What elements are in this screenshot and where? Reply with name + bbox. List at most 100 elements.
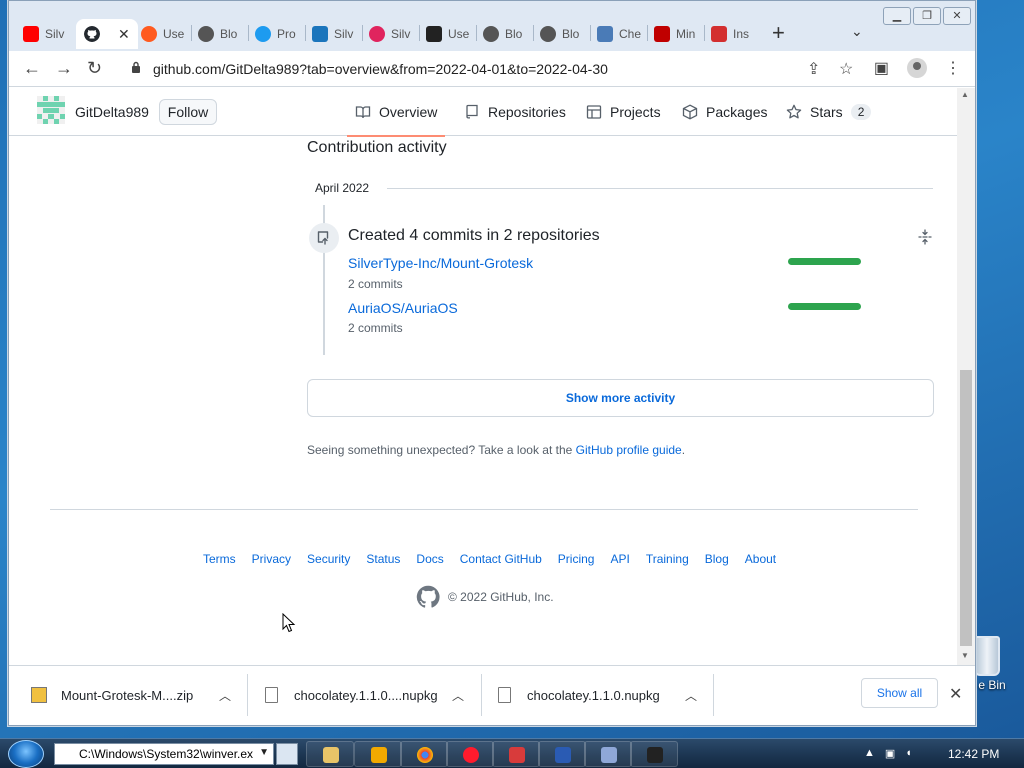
chevron-up-icon[interactable]: ︿	[452, 687, 464, 704]
fold-icon[interactable]	[917, 229, 933, 245]
tab-7[interactable]: Silv	[369, 19, 413, 49]
network-icon[interactable]: ▣	[885, 747, 895, 760]
github-mark-icon[interactable]	[416, 585, 440, 609]
tab-projects[interactable]: Projects	[586, 88, 661, 136]
dropdown-arrow-icon[interactable]: ▼	[259, 747, 269, 758]
tab-search-chevron-icon[interactable]: ⌄	[851, 23, 863, 40]
url-text[interactable]: github.com/GitDelta989?tab=overview&from…	[153, 61, 608, 77]
youtube-icon	[23, 26, 39, 42]
repo-commit-count[interactable]: 2 commits	[348, 321, 403, 335]
tab-1[interactable]: Silv	[23, 19, 67, 49]
page-scrollbar[interactable]: ▲ ▼	[957, 88, 975, 665]
start-button[interactable]	[8, 740, 44, 768]
footer-link-training[interactable]: Training	[646, 552, 689, 566]
footer-link-terms[interactable]: Terms	[203, 552, 236, 566]
scrollbar-thumb[interactable]	[960, 370, 972, 646]
close-shelf-icon[interactable]: ✕	[949, 684, 962, 704]
app-icon	[509, 747, 525, 763]
side-panel-icon[interactable]: ▣	[874, 58, 889, 78]
close-tab-icon[interactable]: ✕	[118, 26, 130, 43]
download-item[interactable]: chocolatey.1.1.0.nupkg ︿	[498, 666, 708, 724]
clock[interactable]: 12:42 PM	[948, 747, 999, 761]
omnibox[interactable]: github.com/GitDelta989?tab=overview&from…	[121, 55, 861, 83]
folder-icon	[323, 747, 339, 763]
tab-label: Silv	[45, 27, 65, 41]
tab-separator	[647, 25, 648, 41]
taskbar-chrome[interactable]	[400, 741, 448, 767]
tab-repositories[interactable]: Repositories	[464, 88, 566, 136]
tab-13[interactable]: Ins	[711, 19, 755, 49]
tab-10[interactable]: Blo	[540, 19, 584, 49]
footer-link-contact[interactable]: Contact GitHub	[460, 552, 542, 566]
footer-link-about[interactable]: About	[745, 552, 776, 566]
taskbar-powershell[interactable]	[538, 741, 586, 767]
tab-separator	[704, 25, 705, 41]
download-separator	[713, 674, 714, 716]
volume-icon[interactable]: ◖	[905, 747, 912, 760]
repo-commit-count[interactable]: 2 commits	[348, 277, 403, 291]
profile-guide-link[interactable]: GitHub profile guide	[576, 443, 682, 457]
bookmark-star-icon[interactable]: ☆	[839, 59, 853, 79]
footer-link-blog[interactable]: Blog	[705, 552, 729, 566]
tab-packages[interactable]: Packages	[682, 88, 767, 136]
tab-stars[interactable]: Stars 2	[786, 88, 872, 136]
minimize-button[interactable]: ▁	[883, 7, 911, 25]
address-toolbar-input[interactable]: C:\Windows\System32\winver.ex ▼	[54, 743, 274, 765]
chevron-up-icon[interactable]: ︿	[685, 687, 697, 704]
chevron-up-icon[interactable]: ︿	[219, 687, 231, 704]
footer-link-status[interactable]: Status	[366, 552, 400, 566]
avatar[interactable]	[37, 96, 65, 124]
stars-counter: 2	[850, 104, 872, 120]
taskbar-media-player[interactable]	[354, 741, 402, 767]
forward-arrow-icon[interactable]: →	[55, 59, 73, 77]
tray-expand-icon[interactable]: ▲	[864, 747, 875, 760]
recycle-bin-label: e Bin	[978, 678, 1006, 692]
go-arrow-icon[interactable]	[276, 743, 298, 765]
username[interactable]: GitDelta989	[75, 104, 149, 120]
footer-link-security[interactable]: Security	[307, 552, 350, 566]
footer-link-privacy[interactable]: Privacy	[252, 552, 291, 566]
follow-button[interactable]: Follow	[159, 99, 217, 125]
taskbar-app-font[interactable]	[584, 741, 632, 767]
tab-12[interactable]: Min	[654, 19, 698, 49]
tab-5[interactable]: Pro	[255, 19, 299, 49]
taskbar-explorer[interactable]	[306, 741, 354, 767]
tab-packages-label: Packages	[706, 104, 768, 120]
taskbar-7zip[interactable]	[630, 741, 678, 767]
show-all-downloads-button[interactable]: Show all	[861, 678, 938, 708]
close-window-button[interactable]: ✕	[943, 7, 971, 25]
tab-separator	[305, 25, 306, 41]
opera-icon	[463, 747, 479, 763]
repo-link[interactable]: AuriaOS/AuriaOS	[348, 300, 458, 316]
commit-progress-bar	[788, 303, 861, 310]
download-item[interactable]: chocolatey.1.1.0....nupkg ︿	[265, 666, 475, 724]
tab-11[interactable]: Che	[597, 19, 641, 49]
taskbar-app-red[interactable]	[492, 741, 540, 767]
reload-icon[interactable]: ↻	[87, 59, 102, 77]
tab-github-active[interactable]: ✕	[76, 19, 138, 49]
profile-avatar-icon[interactable]	[907, 58, 927, 78]
tab-8[interactable]: Use	[426, 19, 470, 49]
kebab-menu-icon[interactable]: ⋮	[945, 58, 961, 78]
download-item[interactable]: Mount-Grotesk-M....zip ︿	[31, 666, 241, 724]
github-icon	[84, 26, 100, 42]
lock-icon[interactable]	[131, 61, 141, 73]
footer-links: Terms Privacy Security Status Docs Conta…	[203, 552, 776, 566]
footer-link-api[interactable]: API	[610, 552, 629, 566]
tab-6[interactable]: Silv	[312, 19, 356, 49]
scroll-down-icon[interactable]: ▼	[961, 651, 969, 660]
repo-link[interactable]: SilverType-Inc/Mount-Grotesk	[348, 255, 533, 271]
taskbar-opera[interactable]	[446, 741, 494, 767]
tab-3[interactable]: Use	[141, 19, 185, 49]
new-tab-button[interactable]: +	[772, 21, 785, 45]
footer-link-docs[interactable]: Docs	[416, 552, 443, 566]
show-more-activity-button[interactable]: Show more activity	[307, 379, 934, 417]
tab-overview[interactable]: Overview	[346, 88, 446, 137]
share-icon[interactable]: ⇪	[807, 59, 820, 79]
tab-9[interactable]: Blo	[483, 19, 527, 49]
back-arrow-icon[interactable]: ←	[23, 59, 41, 77]
tab-4[interactable]: Blo	[198, 19, 242, 49]
restore-button[interactable]: ❐	[913, 7, 941, 25]
scroll-up-icon[interactable]: ▲	[961, 90, 969, 99]
footer-link-pricing[interactable]: Pricing	[558, 552, 595, 566]
